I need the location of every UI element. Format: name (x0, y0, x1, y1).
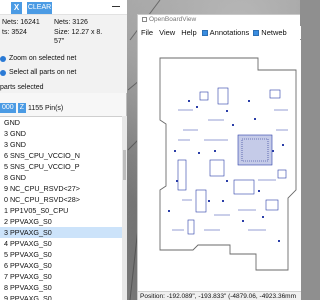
zoom-selected-option[interactable]: Zoom on selected net (0, 55, 76, 62)
component-pads (172, 109, 288, 231)
radio-icon (0, 69, 6, 76)
board-canvas[interactable] (138, 40, 301, 292)
pin-sort-chip[interactable]: Z (17, 103, 26, 113)
checkbox-icon (253, 29, 260, 36)
net-list-item[interactable]: 7 PPVAXG_S0 (0, 271, 122, 282)
net-list-item[interactable]: 6 SNS_CPU_VCCIO_N (0, 150, 122, 161)
viewer-menubar: File View Help Annotations Netweb (138, 26, 301, 39)
viewer-titlebar: OpenBoardView (138, 15, 301, 25)
parts-count-text: ts: 3524 (2, 29, 27, 36)
net-list-item[interactable]: GND (0, 117, 122, 128)
app-icon (142, 16, 147, 22)
minimize-icon[interactable] (112, 6, 120, 7)
annotations-toggle[interactable]: Annotations (200, 28, 252, 37)
viewer-title: OpenBoardView (149, 16, 197, 23)
menu-file[interactable]: File (138, 28, 156, 37)
menu-view[interactable]: View (156, 28, 178, 37)
net-list-scrollbar[interactable] (122, 116, 127, 300)
net-list-item[interactable]: 3 GND (0, 128, 122, 139)
net-list-item[interactable]: 8 PPVAXG_S0 (0, 282, 122, 293)
netweb-toggle[interactable]: Netweb (251, 28, 288, 37)
search-toolbar: X CLEAR (0, 0, 127, 15)
netweb-label: Netweb (261, 28, 287, 37)
board-size-unit: 57" (54, 38, 65, 45)
annotations-label: Annotations (209, 28, 250, 37)
board-size-text: Size: 12.27 x 8. (54, 29, 103, 36)
select-all-parts-option[interactable]: Select all parts on net (0, 69, 76, 76)
radio-icon (0, 55, 6, 62)
clear-button[interactable]: CLEAR (27, 2, 52, 14)
net-list[interactable]: GND 3 GND 3 GND 6 SNS_CPU_VCCIO_N 5 SNS_CPU_… (0, 116, 122, 300)
board-viewer-window: OpenBoardView File View Help Annotations… (137, 14, 301, 300)
nets-total-text: Nets: 16241 (2, 19, 40, 26)
nets-shown-text: Nets: 3126 (54, 19, 88, 26)
board-parts (177, 87, 287, 235)
net-list-item[interactable]: 3 PPVAXG_S0 (0, 227, 122, 238)
pin-count-text: 1155 Pin(s) (27, 104, 64, 112)
parts-selected-text: parts selected (0, 84, 44, 91)
pin-filter-bar: 000 Z 1155 Pin(s) (0, 102, 127, 114)
net-list-item[interactable]: 1 PP1V05_S0_CPU (0, 205, 122, 216)
board-render[interactable] (138, 40, 301, 292)
checkbox-icon (201, 29, 208, 36)
scrollbar-thumb[interactable] (123, 150, 126, 180)
net-list-item[interactable]: 6 PPVAXG_S0 (0, 260, 122, 271)
x-button[interactable]: X (11, 2, 22, 14)
net-list-item[interactable]: 0 NC_CPU_RSVD<28> (0, 194, 122, 205)
net-list-item[interactable]: 5 PPVAXG_S0 (0, 249, 122, 260)
net-list-item[interactable]: 2 PPVAXG_S0 (0, 216, 122, 227)
net-list-item[interactable]: 5 SNS_CPU_VCCIO_P (0, 161, 122, 172)
net-list-item[interactable]: 9 NC_CPU_RSVD<27> (0, 183, 122, 194)
select-all-parts-label: Select all parts on net (9, 69, 77, 76)
net-list-item[interactable]: 3 GND (0, 139, 122, 150)
net-list-item[interactable]: 4 PPVAXG_S0 (0, 238, 122, 249)
net-list-item[interactable]: 9 PPVAXG_S0 (0, 293, 122, 300)
pin-filter-chip[interactable]: 000 (0, 103, 16, 113)
status-bar: Position: -192.089", -193.833" (-4879.06… (138, 291, 301, 300)
menu-help[interactable]: Help (178, 28, 199, 37)
net-list-item[interactable]: 8 GND (0, 172, 122, 183)
zoom-selected-label: Zoom on selected net (9, 55, 77, 62)
component-dots (168, 100, 284, 242)
net-search-window: X CLEAR Nets: 16241 ts: 3524 Nets: 3126 … (0, 0, 127, 300)
